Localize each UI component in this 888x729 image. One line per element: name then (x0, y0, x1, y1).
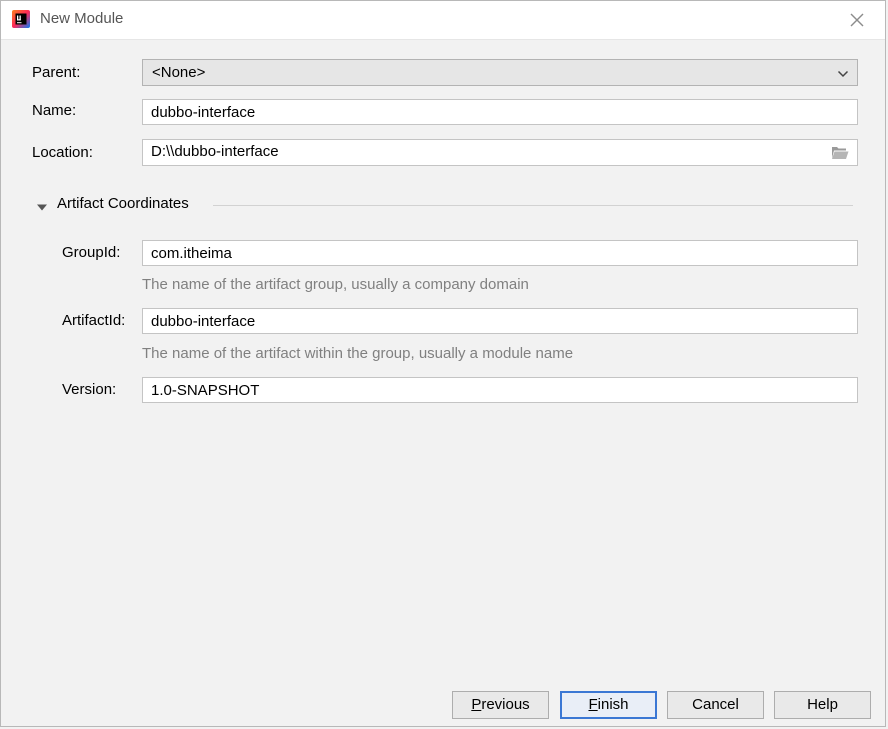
name-input[interactable] (142, 99, 858, 125)
artifactid-input[interactable] (142, 308, 858, 334)
help-button[interactable]: Help (774, 691, 871, 719)
groupid-input[interactable] (142, 240, 858, 266)
window-title: New Module (40, 10, 124, 27)
finish-label-rest: inish (597, 696, 629, 713)
location-field[interactable]: D:\\dubbo-interface (142, 139, 858, 166)
artifact-coordinates-title[interactable]: Artifact Coordinates (57, 195, 189, 212)
artifactid-label: ArtifactId: (62, 312, 126, 329)
cancel-button[interactable]: Cancel (667, 691, 764, 719)
new-module-dialog: New Module Parent: <None> Name: Location… (0, 0, 886, 727)
close-icon[interactable] (847, 10, 867, 30)
finish-mnemonic: F (588, 696, 598, 713)
parent-label: Parent: (32, 64, 81, 81)
location-value: D:\\dubbo-interface (151, 143, 279, 160)
finish-button[interactable]: Finish (560, 691, 657, 719)
groupid-label: GroupId: (62, 244, 121, 261)
previous-mnemonic: P (471, 696, 482, 713)
version-label: Version: (62, 381, 117, 398)
previous-label-rest: revious (481, 696, 530, 713)
parent-dropdown[interactable]: <None> (142, 59, 858, 86)
version-input[interactable] (142, 377, 858, 403)
location-label: Location: (32, 144, 93, 161)
previous-button[interactable]: Previous (452, 691, 549, 719)
intellij-idea-icon (11, 9, 31, 29)
name-label: Name: (32, 102, 77, 119)
folder-icon[interactable] (831, 145, 849, 160)
parent-selected-value: <None> (152, 64, 206, 81)
title-bar[interactable]: New Module (1, 1, 885, 40)
artifactid-hint: The name of the artifact within the grou… (142, 345, 574, 362)
groupid-hint: The name of the artifact group, usually … (142, 276, 529, 293)
triangle-down-icon[interactable] (36, 200, 48, 211)
chevron-down-icon (837, 67, 849, 79)
section-divider (213, 205, 853, 206)
